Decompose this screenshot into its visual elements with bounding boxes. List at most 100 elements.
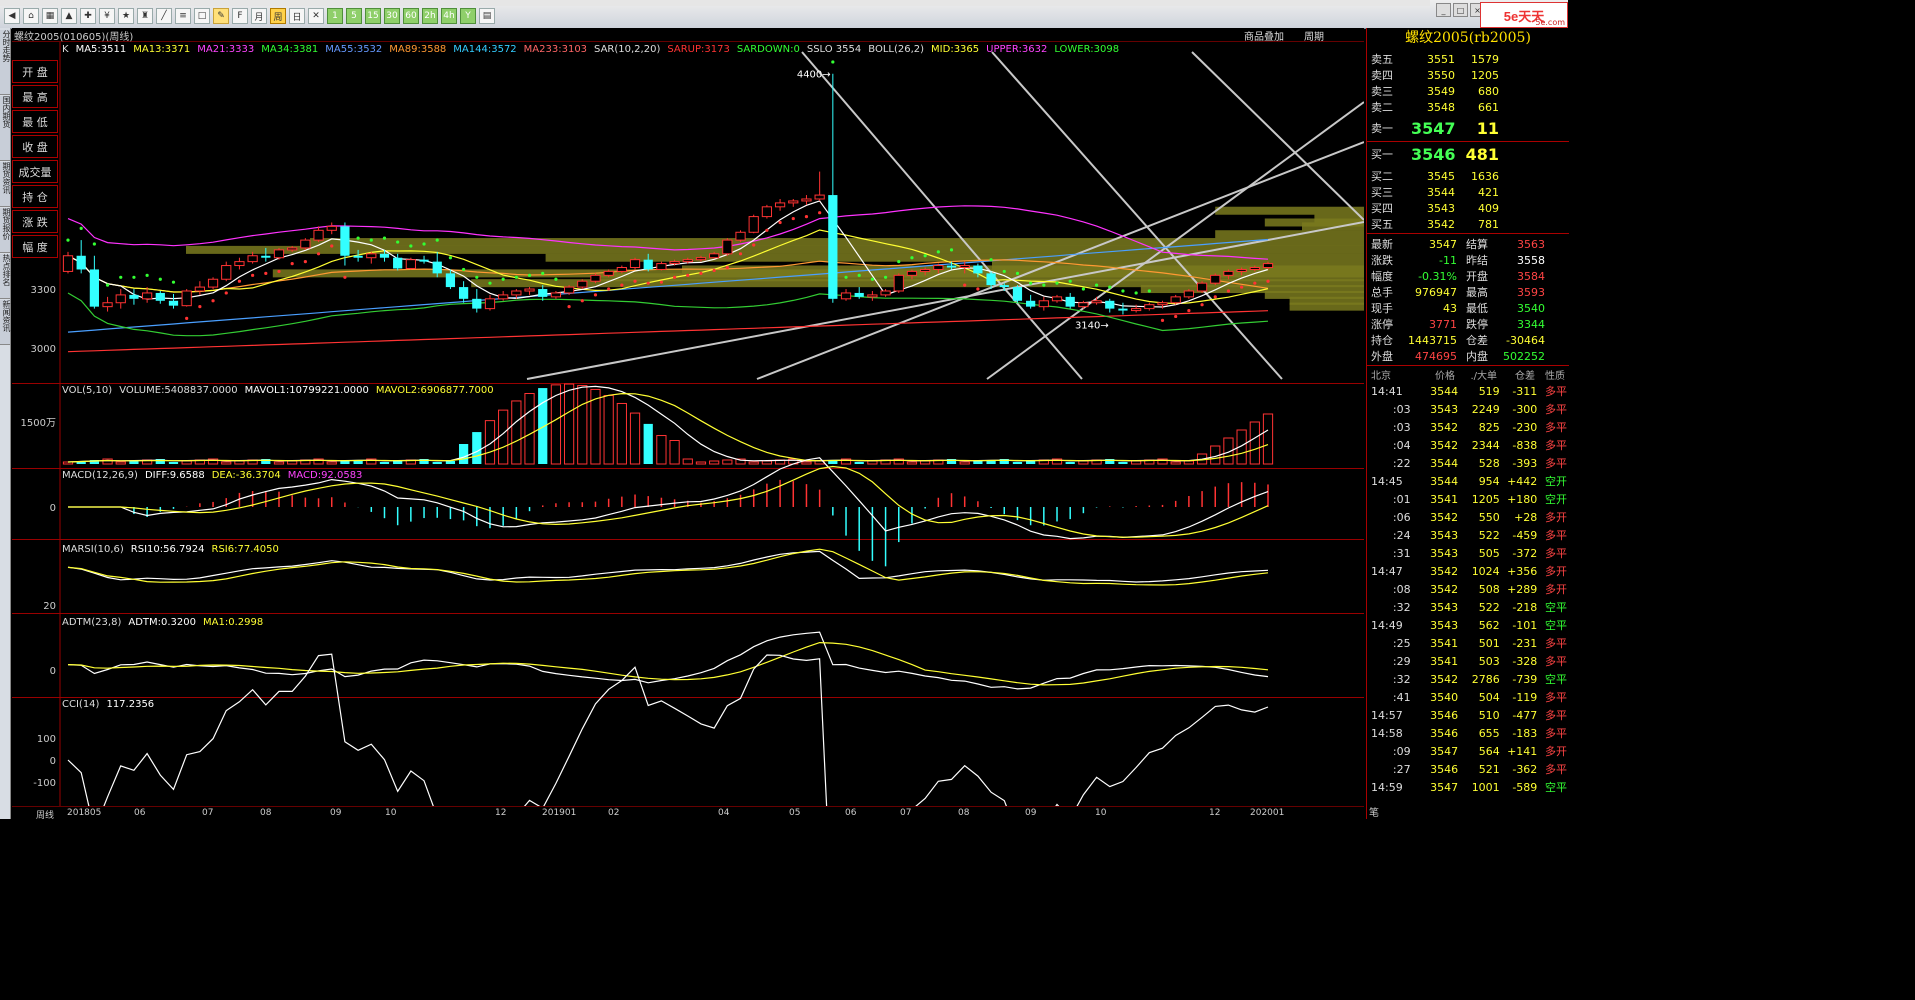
tick-delta: -119 [1512, 690, 1538, 704]
volume-bar [722, 459, 733, 465]
toolbar-f10-button[interactable]: F [232, 8, 248, 24]
sar-dot [1094, 283, 1099, 287]
toolbar-m60-button[interactable]: 60 [403, 8, 419, 24]
candle-body [155, 292, 165, 301]
m30-icon: 30 [386, 11, 398, 21]
left-tab-0[interactable]: 分时走势 [0, 30, 11, 95]
sar-dot [633, 279, 637, 283]
toolbar-x-button[interactable]: ✕ [308, 8, 324, 24]
left-tab-1[interactable]: 国内期货 [0, 96, 11, 161]
stat-value: -0.31% [1418, 269, 1457, 283]
toolbar-cash-button[interactable]: ¥ [99, 8, 115, 24]
toolbar-line-button[interactable]: ╱ [156, 8, 172, 24]
adtm-line [67, 631, 1269, 690]
candle-body [89, 269, 99, 307]
toolbar-day-button[interactable]: 日 [289, 8, 305, 24]
sar-dot [857, 273, 861, 277]
volume-bar [709, 460, 720, 465]
tick-price: 3546 [1430, 726, 1459, 740]
toolbar-box-button[interactable]: □ [194, 8, 210, 24]
date-label: 10 [385, 808, 397, 818]
tick-nature: 空平 [1545, 619, 1567, 632]
sar-dot [936, 250, 940, 254]
volume-bar [115, 461, 126, 465]
volume-bar [1249, 421, 1260, 465]
tick-row: :04 3542 2344 -838 多平 [1371, 436, 1567, 454]
tick-volume: 503 [1478, 654, 1500, 668]
toolbar-fav-button[interactable]: ★ [118, 8, 134, 24]
minimize-button[interactable]: _ [1436, 3, 1451, 17]
toolbar-m15-button[interactable]: 15 [365, 8, 381, 24]
ticks-tab[interactable]: 笔 [1369, 804, 1379, 819]
toolbar-alert-button[interactable]: ✚ [80, 8, 96, 24]
ma-legend-item: MID:3365 [931, 44, 980, 55]
toolbar-m30-button[interactable]: 30 [384, 8, 400, 24]
sar-dot [765, 228, 769, 232]
ma-legend-item: SSLO 3554 [806, 44, 862, 55]
toolbar-h4-button[interactable]: 4h [441, 8, 457, 24]
toolbar-cup-button[interactable]: ♜ [137, 8, 153, 24]
toolbar-calc-button[interactable]: ▤ [479, 8, 495, 24]
candle-body [1249, 267, 1260, 270]
tick-time: :27 [1392, 762, 1411, 776]
candle-body [1223, 270, 1234, 276]
candle-body [906, 270, 918, 276]
toolbar-mo-button[interactable]: 月 [251, 8, 267, 24]
candle-body [550, 292, 562, 298]
candle-body [748, 216, 759, 233]
wk-icon: 周 [273, 12, 283, 23]
ma-legend-item: SAR(10,2,20) [594, 44, 661, 55]
toolbar-y-button[interactable]: Y [460, 8, 476, 24]
toolbar-h2-button[interactable]: 2h [422, 8, 438, 24]
candle-body [656, 263, 667, 270]
m15-icon: 15 [367, 11, 379, 21]
candle-body [1262, 263, 1274, 269]
date-label: 09 [1025, 808, 1037, 818]
vol-legend-item: MAVOL2:6906877.7000 [375, 385, 494, 396]
macd-axis-label: 0 [50, 503, 56, 514]
tick-price: 3540 [1430, 690, 1459, 704]
date-label: 06 [845, 808, 857, 818]
stat-row: 外盘 474695 内盘 502252 [1371, 348, 1545, 364]
candle-body [709, 253, 720, 259]
tick-row: :24 3543 522 -459 多平 [1371, 526, 1567, 544]
ask1-row: 卖一 3547 11 [1371, 116, 1499, 140]
stat-label: 涨跌 [1371, 254, 1393, 267]
toolbar-chart-button[interactable]: ▲ [61, 8, 77, 24]
ticks-header-cell: 价格 [1435, 371, 1455, 382]
tick-time: 14:57 [1371, 708, 1403, 722]
candle-body [62, 255, 74, 272]
toolbar-sd-button[interactable]: ✎ [213, 8, 229, 24]
period-link[interactable]: 周期 [1304, 28, 1324, 43]
maximize-button[interactable]: □ [1453, 3, 1468, 17]
tick-delta: +356 [1507, 564, 1538, 578]
left-tab-5[interactable]: 新闻资讯 [0, 300, 11, 345]
candle-body [300, 239, 311, 249]
candle-body [1196, 282, 1208, 292]
sar-dot [422, 242, 426, 246]
toolbar-wk-button[interactable]: 周 [270, 8, 286, 24]
tick-price: 3544 [1430, 474, 1459, 488]
sar-dot [1121, 289, 1125, 293]
candle-body [828, 195, 838, 299]
left-tab-4[interactable]: 热点排名 [0, 254, 11, 299]
tick-time: :04 [1392, 438, 1411, 452]
left-tab-3[interactable]: 期货报价 [0, 208, 11, 253]
chart-area[interactable]: 4400→3140→330030001500万02001000-100 [12, 42, 1364, 806]
sar-dot [330, 244, 334, 248]
tick-price: 3547 [1430, 780, 1459, 794]
toolbar-list-button[interactable]: ≡ [175, 8, 191, 24]
toolbar-grid-button[interactable]: ▦ [42, 8, 58, 24]
ask-row: 卖四 3550 1205 [1371, 67, 1499, 83]
toolbar-m5-button[interactable]: 5 [346, 8, 362, 24]
tick-time: :08 [1392, 582, 1411, 596]
left-tab-2[interactable]: 期货资讯 [0, 162, 11, 207]
volume-bar [221, 461, 232, 465]
toolbar-home-button[interactable]: ⌂ [23, 8, 39, 24]
tick-delta: -372 [1512, 546, 1538, 560]
sar-dot [989, 258, 993, 262]
cci-legend-item: 117.2356 [106, 699, 155, 710]
toolbar-back-button[interactable]: ◀ [4, 8, 20, 24]
toolbar-m1-button[interactable]: 1 [327, 8, 343, 24]
overlay-link[interactable]: 商品叠加 [1244, 28, 1284, 43]
